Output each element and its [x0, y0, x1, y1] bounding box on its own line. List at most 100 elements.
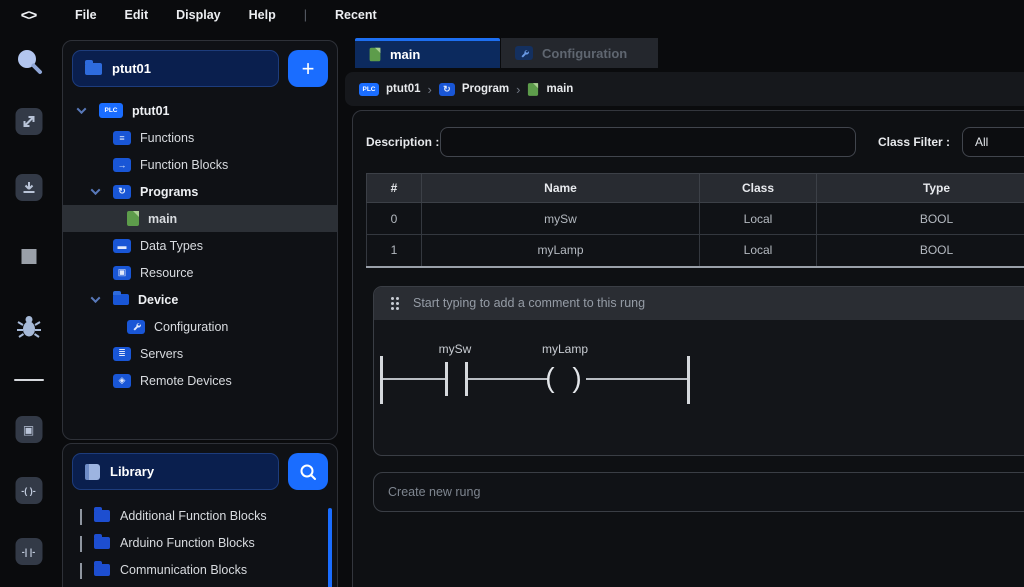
tree-item-ptut01[interactable]: PLC ptut01 — [72, 97, 328, 124]
wire-segment — [468, 378, 548, 380]
chevron-right-icon[interactable] — [80, 509, 82, 525]
project-panel: ptut01 + PLC ptut01 ≡ Functions → Functi… — [62, 40, 338, 440]
menu-recent[interactable]: Recent — [335, 8, 377, 22]
table-row[interactable]: 0 mySw Local BOOL — [367, 203, 1024, 235]
drag-handle-icon[interactable] — [391, 297, 399, 310]
main-area: main Configuration PLC ptut01 › ↻ Progra… — [345, 38, 1024, 587]
plc-icon: PLC — [359, 83, 379, 96]
functions-icon: ≡ — [113, 131, 131, 145]
create-rung-input[interactable]: Create new rung — [373, 472, 1024, 512]
tree-item-data-types[interactable]: ▬ Data Types — [72, 232, 328, 259]
menu-separator: | — [304, 8, 307, 22]
book-icon — [85, 464, 100, 480]
ladder-diagram: mySw myLamp ( ) — [374, 320, 1024, 455]
tree-item-main[interactable]: main — [63, 205, 337, 232]
tab-bar: main Configuration — [355, 38, 1024, 68]
library-title-box[interactable]: Library — [72, 453, 279, 490]
class-filter-label: Class Filter : — [874, 135, 950, 149]
library-header: Library — [72, 453, 328, 490]
debug-bug-icon[interactable] — [15, 313, 43, 341]
add-button[interactable]: + — [288, 50, 328, 87]
folder-icon — [85, 63, 102, 75]
programs-icon: ↻ — [439, 83, 455, 96]
menu-display[interactable]: Display — [176, 8, 220, 22]
breadcrumb-program[interactable]: Program — [462, 83, 509, 95]
contact-icon[interactable]: -| |- — [15, 538, 42, 565]
wrench-icon — [515, 46, 533, 60]
project-name-box[interactable]: ptut01 — [72, 50, 279, 87]
menu-edit[interactable]: Edit — [125, 8, 149, 22]
tree-item-remote-devices[interactable]: ◈ Remote Devices — [72, 367, 328, 394]
tree-item-configuration[interactable]: Configuration — [72, 313, 328, 340]
chevron-down-icon[interactable] — [91, 293, 101, 303]
editor-panel: Description : Class Filter : All # Name … — [352, 110, 1024, 587]
tree-item-programs[interactable]: ↻ Programs — [72, 178, 328, 205]
library-item-additional[interactable]: Additional Function Blocks — [72, 502, 328, 529]
right-power-rail — [687, 356, 690, 404]
library-title: Library — [110, 464, 154, 479]
library-search-button[interactable] — [288, 453, 328, 490]
wrench-icon — [127, 320, 145, 334]
breadcrumb-project[interactable]: ptut01 — [386, 83, 421, 95]
search-icon[interactable] — [14, 47, 44, 77]
download-icon[interactable] — [15, 174, 42, 201]
tree-item-device[interactable]: Device — [72, 286, 328, 313]
wire-segment — [383, 378, 445, 380]
remote-devices-icon: ◈ — [113, 374, 131, 388]
col-type[interactable]: Type — [817, 174, 1024, 203]
project-tree: PLC ptut01 ≡ Functions → Function Blocks… — [72, 97, 328, 394]
table-header-row: # Name Class Type — [367, 174, 1024, 203]
chevron-right-icon[interactable] — [80, 563, 82, 579]
project-header: ptut01 + — [72, 50, 328, 87]
breadcrumb-separator: › — [516, 82, 520, 97]
col-class[interactable]: Class — [700, 174, 817, 203]
library-item-partial[interactable] — [72, 583, 328, 587]
col-name[interactable]: Name — [422, 174, 700, 203]
menu-bar: <> File Edit Display Help | Recent — [0, 0, 1024, 30]
menu-file[interactable]: File — [75, 8, 97, 22]
contact-label[interactable]: mySw — [439, 342, 472, 356]
plc-icon: PLC — [99, 103, 123, 118]
document-icon — [370, 48, 381, 62]
left-power-rail — [380, 356, 383, 404]
app-logo-icon[interactable]: <> — [0, 7, 57, 24]
class-filter-select[interactable]: All — [962, 127, 1024, 157]
tree-item-resource[interactable]: ▣ Resource — [72, 259, 328, 286]
coil-label[interactable]: myLamp — [542, 342, 588, 356]
menu-help[interactable]: Help — [249, 8, 276, 22]
menu-items: File Edit Display Help | Recent — [75, 8, 377, 22]
function-block-frame-icon[interactable]: ▣ — [15, 416, 42, 443]
rung-comment-bar[interactable]: Start typing to add a comment to this ru… — [374, 287, 1024, 320]
coil-element[interactable]: ( ) — [544, 360, 588, 396]
scrollbar[interactable] — [328, 508, 332, 587]
library-list: Additional Function Blocks Arduino Funct… — [72, 502, 328, 587]
description-row: Description : Class Filter : All — [366, 127, 1024, 157]
library-panel: Library Additional Function Blocks Ardui… — [62, 443, 338, 587]
programs-icon: ↻ — [113, 185, 131, 199]
rung-comment-placeholder[interactable]: Start typing to add a comment to this ru… — [413, 296, 645, 310]
col-index[interactable]: # — [367, 174, 422, 203]
coil-icon[interactable]: -( )- — [15, 477, 42, 504]
tab-configuration[interactable]: Configuration — [501, 38, 658, 68]
tab-main[interactable]: main — [355, 38, 500, 68]
tree-item-functions[interactable]: ≡ Functions — [72, 124, 328, 151]
tree-item-servers[interactable]: ≣ Servers — [72, 340, 328, 367]
chevron-down-icon[interactable] — [77, 104, 87, 114]
expand-icon[interactable] — [15, 108, 42, 135]
tree-item-function-blocks[interactable]: → Function Blocks — [72, 151, 328, 178]
wire-segment — [586, 378, 687, 380]
library-item-arduino[interactable]: Arduino Function Blocks — [72, 529, 328, 556]
description-label: Description : — [366, 135, 440, 149]
breadcrumb-separator: › — [428, 82, 432, 97]
library-item-communication[interactable]: Communication Blocks — [72, 556, 328, 583]
breadcrumb-page[interactable]: main — [546, 83, 573, 95]
folder-icon — [94, 537, 110, 549]
description-input[interactable] — [440, 127, 856, 157]
stop-icon[interactable] — [21, 249, 36, 264]
contact-element[interactable] — [445, 362, 448, 396]
tool-rail: ▣ -( )- -| |- — [0, 30, 57, 587]
chevron-right-icon[interactable] — [80, 536, 82, 552]
table-row[interactable]: 1 myLamp Local BOOL — [367, 235, 1024, 267]
chevron-down-icon[interactable] — [91, 185, 101, 195]
rung-panel: Start typing to add a comment to this ru… — [373, 286, 1024, 456]
